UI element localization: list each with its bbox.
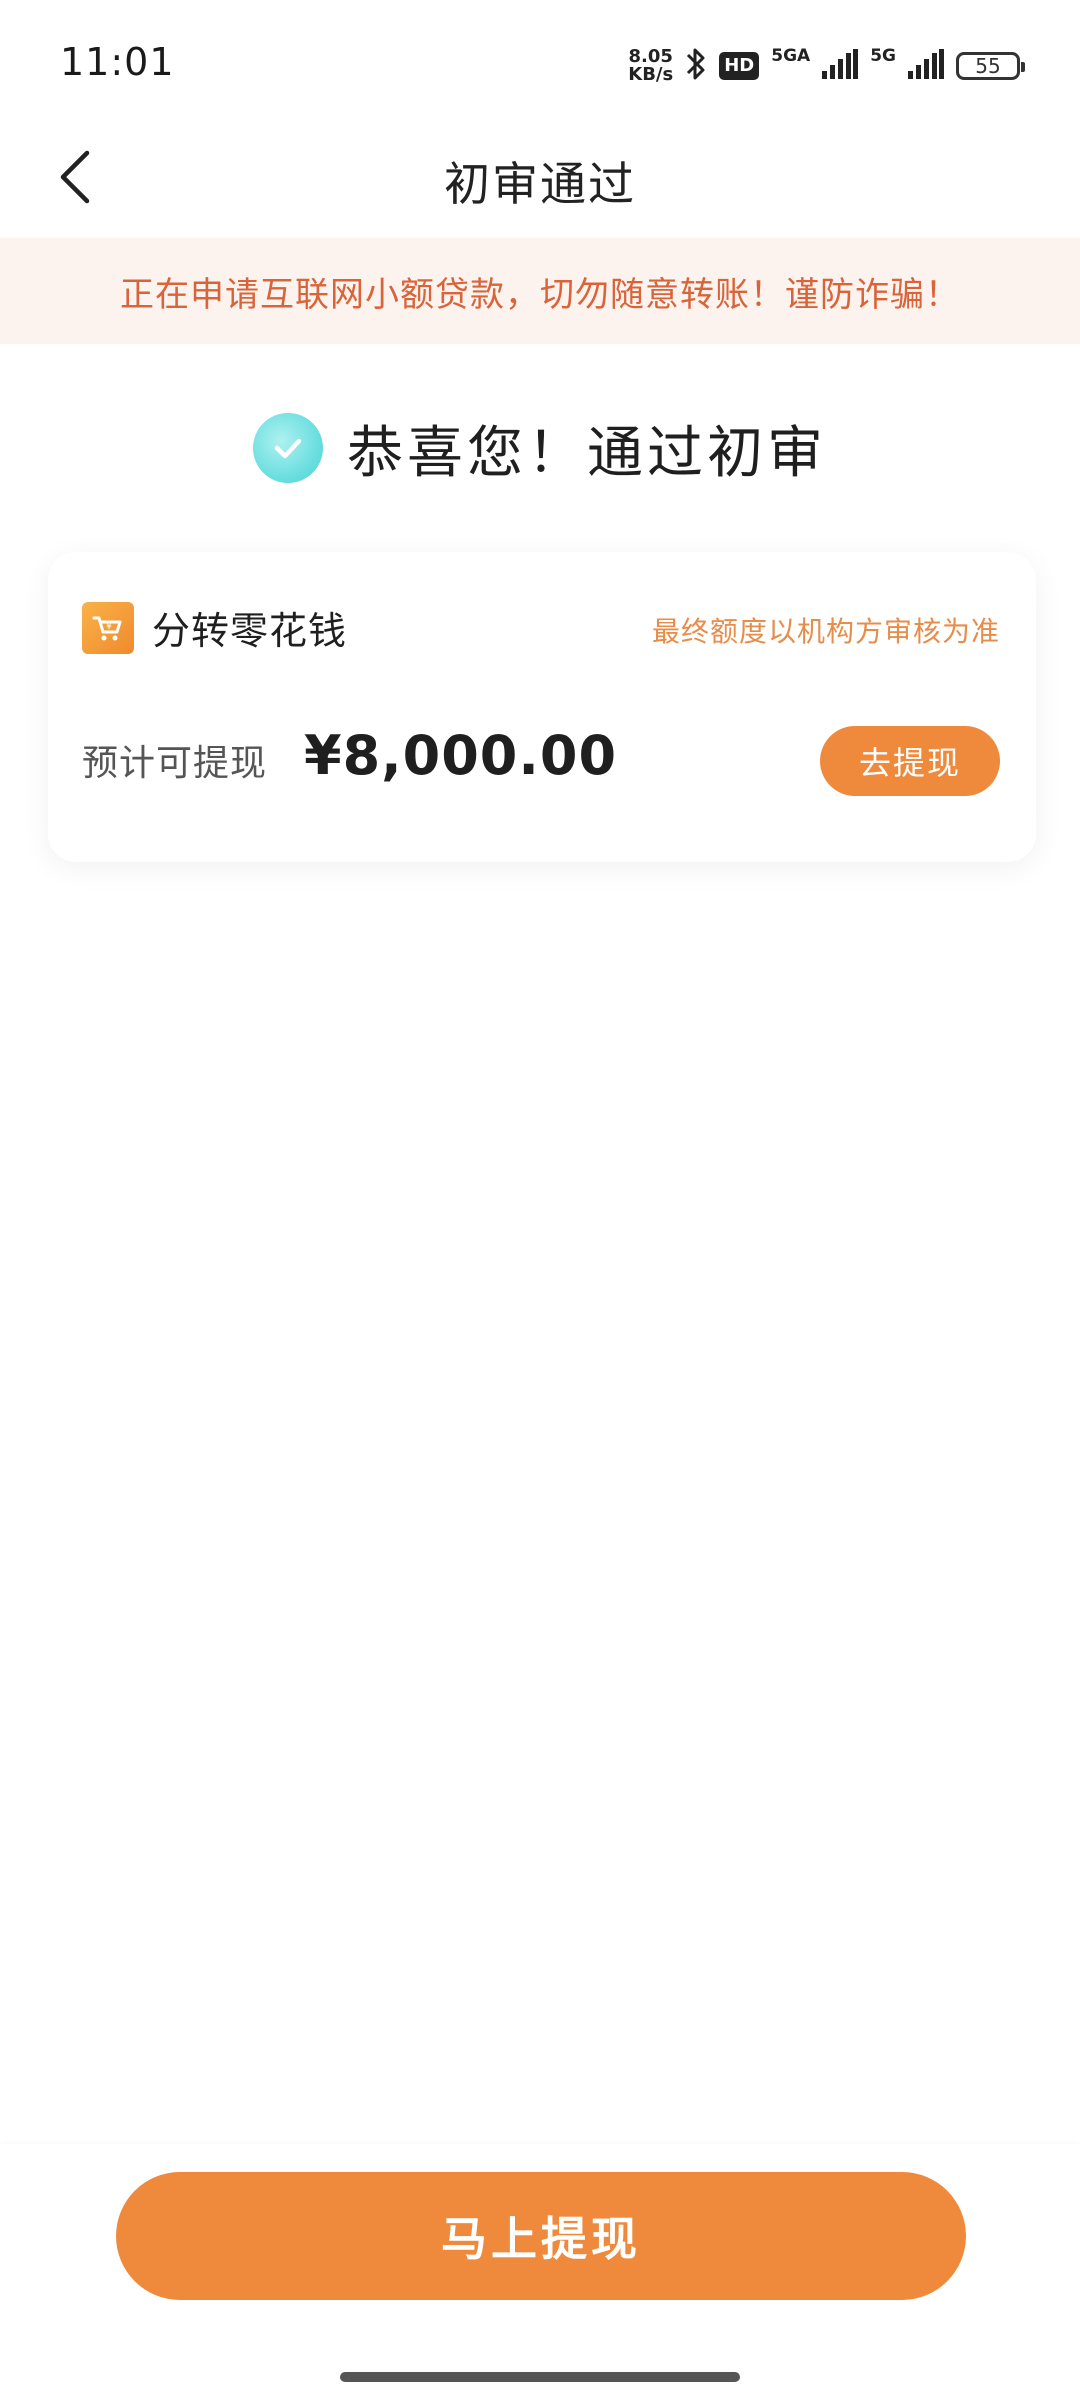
signal-label-5ga: 5GA	[771, 46, 811, 66]
home-indicator[interactable]	[340, 2372, 740, 2382]
estimate-label: 预计可提现	[82, 743, 268, 784]
limit-note: 最终额度以机构方审核为准	[651, 615, 1000, 648]
estimate-amount: ¥8,000.00	[304, 724, 618, 787]
signal-bars-icon	[908, 49, 944, 83]
status-icons: 8.05 KB/s HD 5GA 5G 55	[628, 44, 1025, 88]
signal-label-5g: 5G	[870, 46, 896, 66]
success-text: 恭喜您！通过初审	[347, 420, 827, 486]
battery-level: 55	[975, 54, 1001, 78]
page-title: 初审通过	[444, 157, 636, 211]
network-speed-unit: KB/s	[628, 64, 674, 85]
product-name: 分转零花钱	[152, 609, 348, 653]
shopping-cart-icon: ¥	[82, 602, 134, 654]
status-time: 11:01	[60, 40, 175, 84]
fraud-warning-banner: 正在申请互联网小额贷款，切勿随意转账！谨防诈骗！	[0, 238, 1080, 344]
fraud-warning-text: 正在申请互联网小额贷款，切勿随意转账！谨防诈骗！	[120, 274, 960, 315]
bottom-action-bar: 马上提现	[0, 2144, 1080, 2400]
check-icon	[253, 413, 323, 483]
bluetooth-icon	[685, 46, 707, 86]
go-withdraw-button[interactable]: 去提现	[820, 726, 1000, 796]
network-speed: 8.05 KB/s	[628, 48, 673, 84]
hd-badge: HD	[719, 52, 760, 80]
status-bar: 11:01 8.05 KB/s HD 5GA 5G 55	[0, 0, 1080, 130]
nav-bar: 初审通过	[0, 130, 1080, 238]
withdraw-now-button[interactable]: 马上提现	[116, 2172, 966, 2300]
success-heading: 恭喜您！通过初审	[0, 408, 1080, 488]
svg-text:¥: ¥	[106, 622, 112, 632]
battery-icon: 55	[956, 52, 1025, 80]
signal-bars-icon	[822, 49, 859, 83]
loan-product-card: ¥ 分转零花钱 最终额度以机构方审核为准 预计可提现 ¥8,000.00 去提现	[48, 552, 1036, 862]
